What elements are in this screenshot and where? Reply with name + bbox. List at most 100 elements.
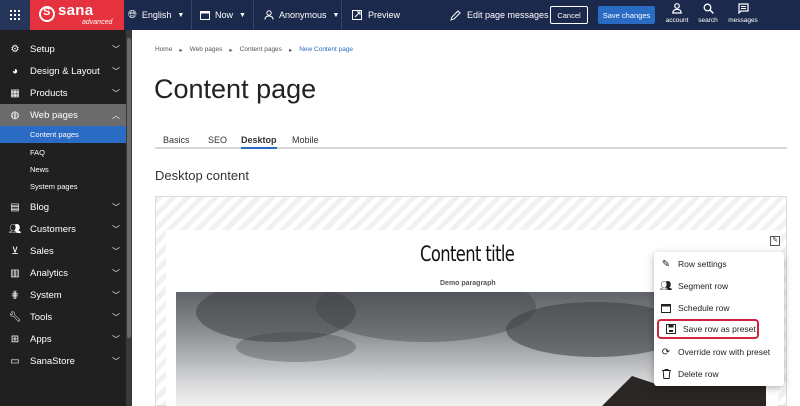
sidebar-item-tools[interactable]: 🔧︎ Tools ﹀ — [0, 306, 126, 328]
breadcrumb: Home ▸ Web pages ▸ Content pages ▸ New C… — [155, 46, 353, 54]
sidebar-item-label: Sales — [30, 245, 54, 257]
sidebar-item-label: Web pages — [30, 109, 78, 121]
cancel-button[interactable]: Cancel — [550, 6, 588, 24]
page-title: Content page — [154, 74, 317, 104]
menu-item-row-settings[interactable]: ✎ Row settings — [654, 253, 784, 275]
chevron-down-icon: ﹀ — [112, 66, 120, 76]
sidebar-subitem-faq[interactable]: FAQ — [0, 144, 126, 161]
sana-logo-icon — [39, 6, 55, 22]
sana-logo[interactable]: sana advanced — [30, 0, 124, 30]
sidebar-item-label: Products — [30, 87, 68, 99]
time-label: Now — [215, 10, 234, 20]
scrollbar-thumb[interactable] — [127, 38, 131, 338]
content-title: Content title — [420, 242, 515, 266]
cart-icon: ⊻ — [11, 245, 19, 257]
sidebar-item-analytics[interactable]: ▥ Analytics ﹀ — [0, 262, 126, 284]
search-button[interactable]: search — [692, 2, 724, 28]
sidebar-subitem-content-pages[interactable]: Content pages — [0, 126, 126, 143]
account-label: account — [665, 17, 689, 24]
pencil-icon: ✎ — [661, 258, 671, 270]
gear-icon: ⚙ — [10, 43, 20, 55]
chevron-down-icon: ﹀ — [112, 312, 120, 322]
globe-icon: ◍ — [10, 109, 20, 121]
sidebar-item-sanastore[interactable]: ▭ SanaStore ﹀ — [0, 350, 126, 372]
account-button[interactable]: account — [661, 2, 693, 28]
sidebar-item-customers[interactable]: 👥︎ Customers ﹀ — [0, 218, 126, 240]
caret-down-icon: ▼ — [332, 11, 340, 19]
row-edit-icon[interactable]: ✎ — [770, 236, 780, 246]
menu-item-label: Segment row — [678, 281, 729, 291]
menu-item-override-row-with-preset[interactable]: ⟳ Override row with preset — [654, 341, 784, 363]
tab-bar: Basics SEO Desktop Mobile — [155, 133, 787, 149]
sidebar-item-label: Customers — [30, 223, 76, 235]
sidebar-scrollbar[interactable] — [126, 30, 132, 406]
tab-desktop[interactable]: Desktop — [241, 135, 277, 149]
menu-item-segment-row[interactable]: 👥︎ Segment row — [654, 275, 784, 297]
menu-item-label: Delete row — [678, 369, 719, 379]
sidebar-item-label: Blog — [30, 201, 50, 213]
sidebar-item-blog[interactable]: ▤ Blog ﹀ — [0, 196, 126, 218]
chevron-down-icon: ﹀ — [112, 268, 120, 278]
chevron-down-icon: ﹀ — [112, 44, 120, 54]
row-context-menu: ✎ Row settings 👥︎ Segment row Schedule r… — [654, 252, 784, 386]
breadcrumb-separator-icon: ▸ — [288, 47, 293, 54]
sidebar-item-label: SanaStore — [30, 355, 75, 367]
user-icon — [264, 10, 274, 20]
edit-page-messages-button[interactable]: Edit page messages — [450, 0, 549, 30]
sidebar-item-system[interactable]: ⋕ System ﹀ — [0, 284, 126, 306]
sidebar-item-products[interactable]: ▦ Products ﹀ — [0, 82, 126, 104]
sidebar-item-design-layout[interactable]: ◕ Design & Layout ﹀ — [0, 60, 126, 82]
override-icon: ⟳ — [661, 346, 671, 358]
sidebar-item-label: System — [30, 289, 62, 301]
demo-paragraph: Demo paragraph — [440, 280, 496, 287]
sidebar-item-label: Setup — [30, 43, 55, 55]
search-label: search — [698, 17, 718, 24]
sidebar-subitem-system-pages[interactable]: System pages — [0, 178, 126, 195]
visitor-selector[interactable]: Anonymous ▼ — [264, 0, 339, 30]
sidebar-subitem-news[interactable]: News — [0, 161, 126, 178]
section-title: Desktop content — [155, 168, 249, 183]
system-icon: ⋕ — [10, 289, 20, 301]
chevron-down-icon: ﹀ — [112, 224, 120, 234]
menu-item-label: Override row with preset — [678, 347, 771, 357]
tab-mobile[interactable]: Mobile — [292, 135, 319, 145]
breadcrumb-separator-icon: ▸ — [179, 47, 183, 54]
visitor-label: Anonymous — [279, 10, 327, 20]
preview-label: Preview — [368, 10, 401, 20]
menu-item-schedule-row[interactable]: Schedule row — [654, 297, 784, 319]
sidebar-item-label: Apps — [30, 333, 52, 345]
analytics-icon: ▥ — [10, 267, 20, 279]
search-icon — [692, 3, 724, 17]
breadcrumb-home[interactable]: Home — [155, 46, 172, 54]
sidebar-item-web-pages[interactable]: ◍ Web pages ︿ — [0, 104, 126, 126]
breadcrumb-content-pages[interactable]: Content pages — [240, 46, 282, 54]
breadcrumb-web-pages[interactable]: Web pages — [190, 46, 223, 54]
menu-item-label: Schedule row — [678, 303, 730, 313]
chevron-down-icon: ﹀ — [112, 334, 120, 344]
sidebar: ⚙ Setup ﹀ ◕ Design & Layout ﹀ ▦ Products… — [0, 30, 132, 406]
menu-item-delete-row[interactable]: Delete row — [654, 363, 784, 385]
globe-icon: 🌐︎ — [128, 8, 137, 21]
chevron-down-icon: ﹀ — [112, 88, 120, 98]
language-selector[interactable]: 🌐︎ English ▼ — [128, 0, 184, 30]
palette-icon: ◕ — [11, 65, 19, 77]
store-icon: ▭ — [10, 355, 20, 367]
app-grid-icon[interactable] — [0, 0, 30, 30]
save-changes-button[interactable]: Save changes — [598, 6, 655, 24]
preview-button[interactable]: Preview — [352, 0, 400, 30]
sidebar-item-label: Tools — [30, 311, 53, 323]
customers-icon: 👥︎ — [8, 223, 22, 235]
segment-icon: 👥︎ — [659, 280, 673, 292]
menu-item-save-row-as-preset[interactable]: Save row as preset — [657, 319, 759, 339]
sidebar-item-setup[interactable]: ⚙ Setup ﹀ — [0, 38, 126, 60]
breadcrumb-current: New Content page — [299, 46, 354, 53]
tab-basics[interactable]: Basics — [163, 135, 190, 145]
tab-seo[interactable]: SEO — [208, 135, 227, 145]
chevron-up-icon: ︿ — [112, 110, 120, 120]
time-selector[interactable]: Now ▼ — [200, 0, 246, 30]
messages-button[interactable]: messages — [725, 2, 761, 28]
sidebar-item-sales[interactable]: ⊻ Sales ﹀ — [0, 240, 126, 262]
chevron-down-icon: ﹀ — [112, 202, 120, 212]
sidebar-item-apps[interactable]: ⊞ Apps ﹀ — [0, 328, 126, 350]
trash-icon — [654, 369, 678, 379]
